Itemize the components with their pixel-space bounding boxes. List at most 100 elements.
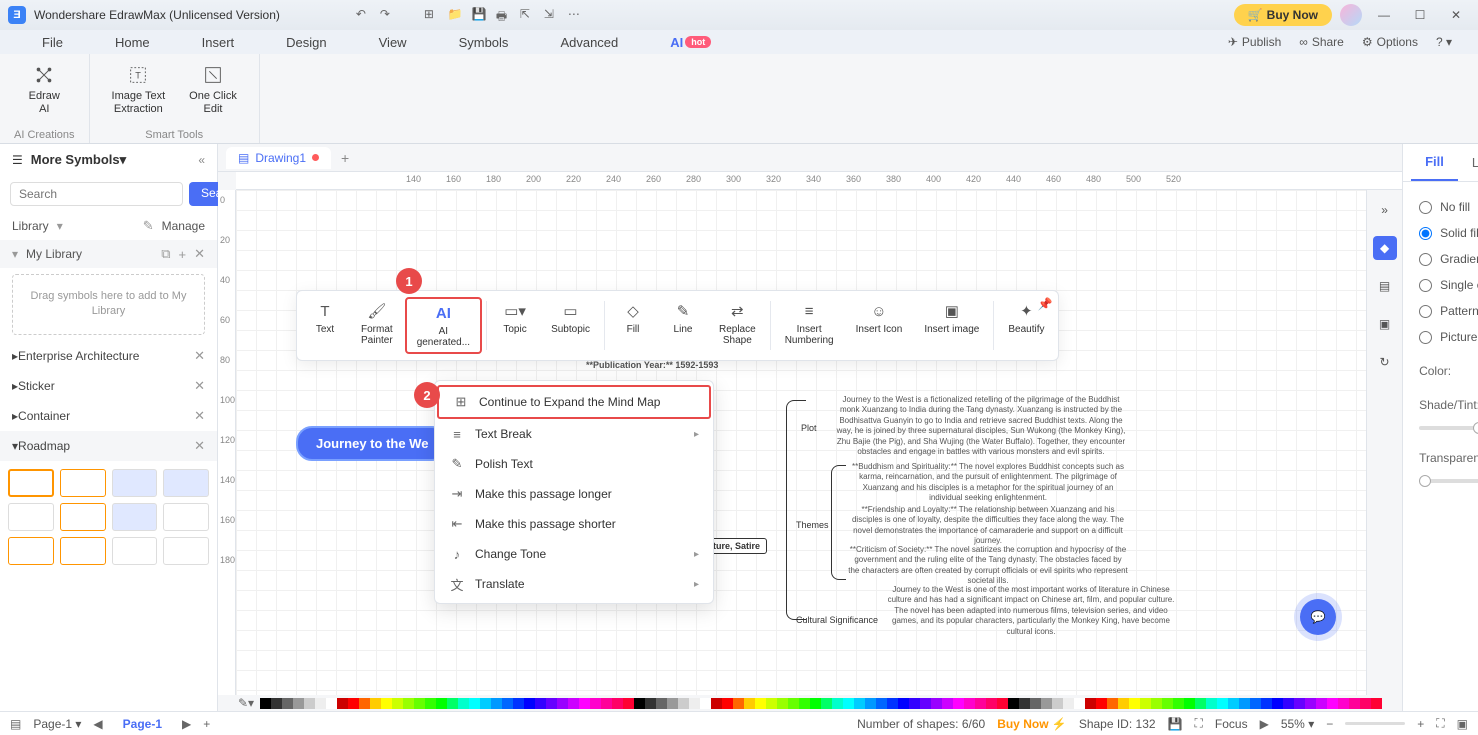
color-swatch[interactable] [1349, 698, 1360, 709]
color-swatch[interactable] [436, 698, 447, 709]
one-click-edit-button[interactable]: One ClickEdit [181, 60, 245, 120]
color-swatch[interactable] [854, 698, 865, 709]
color-swatch[interactable] [502, 698, 513, 709]
menu-insert[interactable]: Insert [176, 32, 261, 53]
color-swatch[interactable] [656, 698, 667, 709]
focus-icon[interactable]: ⛶ [1195, 716, 1203, 731]
manage-icon[interactable]: ✎ [143, 218, 154, 234]
color-swatch[interactable] [810, 698, 821, 709]
color-swatch[interactable] [744, 698, 755, 709]
lib-container[interactable]: ▸ Container✕ [0, 401, 217, 431]
color-swatch[interactable] [997, 698, 1008, 709]
ft-insert-numbering[interactable]: ≡InsertNumbering [775, 297, 844, 354]
color-swatch[interactable] [546, 698, 557, 709]
ft-fill[interactable]: ◇Fill [609, 297, 657, 354]
color-swatch[interactable] [513, 698, 524, 709]
color-swatch[interactable] [1162, 698, 1173, 709]
thumb-9[interactable] [8, 537, 54, 565]
color-swatch[interactable] [535, 698, 546, 709]
root-node[interactable]: Journey to the We [296, 426, 448, 461]
color-swatch[interactable] [1019, 698, 1030, 709]
color-swatch[interactable] [282, 698, 293, 709]
thumb-7[interactable] [112, 503, 158, 531]
color-swatch[interactable] [711, 698, 722, 709]
minimize-button[interactable]: — [1370, 3, 1398, 27]
color-swatch[interactable] [425, 698, 436, 709]
genre-node[interactable]: ture, Satire [706, 538, 767, 554]
ft-insert-image[interactable]: ▣Insert image [914, 297, 989, 354]
zoom-level[interactable]: 55% ▾ [1281, 717, 1314, 731]
color-swatch[interactable] [260, 698, 271, 709]
undo-icon[interactable]: ↶ [356, 7, 372, 23]
thumb-6[interactable] [60, 503, 106, 531]
publish-button[interactable]: ✈ Publish [1228, 35, 1281, 49]
fit-icon[interactable]: ⛶ [1436, 716, 1444, 731]
close-section-icon[interactable]: ✕ [194, 246, 205, 262]
color-swatch[interactable] [1140, 698, 1151, 709]
menu-symbols[interactable]: Symbols [433, 32, 535, 53]
color-swatch[interactable] [964, 698, 975, 709]
color-swatch[interactable] [414, 698, 425, 709]
color-swatch[interactable] [458, 698, 469, 709]
cm-continue-expand[interactable]: ⊞Continue to Expand the Mind Map [437, 385, 711, 419]
color-swatch[interactable] [579, 698, 590, 709]
theme1-text[interactable]: **Buddhism and Spirituality:** The novel… [848, 462, 1128, 504]
color-swatch[interactable] [557, 698, 568, 709]
fullscreen-icon[interactable]: ▣ [1457, 717, 1468, 731]
menu-home[interactable]: Home [89, 32, 176, 53]
my-library-label[interactable]: My Library [26, 247, 82, 261]
add-page-icon[interactable]: + [203, 717, 210, 731]
help-button[interactable]: ? ▾ [1436, 35, 1452, 49]
color-swatch[interactable] [491, 698, 502, 709]
color-swatch[interactable] [1239, 698, 1250, 709]
chat-bubble-button[interactable]: 💬 [1300, 599, 1336, 635]
color-swatch[interactable] [612, 698, 623, 709]
color-swatch[interactable] [524, 698, 535, 709]
eyedropper-icon[interactable]: ✎▾ [238, 696, 254, 710]
status-buy-now[interactable]: Buy Now ⚡ [997, 717, 1067, 731]
color-swatch[interactable] [337, 698, 348, 709]
color-swatch[interactable] [1206, 698, 1217, 709]
color-swatch[interactable] [1316, 698, 1327, 709]
transparency-slider[interactable] [1419, 479, 1478, 483]
print-icon[interactable]: 🖶 [496, 7, 512, 23]
color-swatch[interactable] [1085, 698, 1096, 709]
zoom-out-icon[interactable]: − [1326, 717, 1333, 731]
tab-line[interactable]: Line [1458, 145, 1478, 180]
color-swatch[interactable] [1096, 698, 1107, 709]
color-swatch[interactable] [326, 698, 337, 709]
options-button[interactable]: ⚙ Options [1362, 35, 1418, 49]
redo-icon[interactable]: ↷ [380, 7, 396, 23]
lib-roadmap[interactable]: ▾ Roadmap✕ [0, 431, 217, 461]
color-swatch[interactable] [304, 698, 315, 709]
color-swatch[interactable] [403, 698, 414, 709]
user-avatar[interactable] [1340, 4, 1362, 26]
save-status-icon[interactable]: 💾 [1168, 717, 1183, 731]
thumb-5[interactable] [8, 503, 54, 531]
color-swatch[interactable] [1272, 698, 1283, 709]
color-swatch[interactable] [469, 698, 480, 709]
thumb-1[interactable] [8, 469, 54, 497]
maximize-button[interactable]: ☐ [1406, 3, 1434, 27]
ft-text[interactable]: TText [301, 297, 349, 354]
focus-label[interactable]: Focus [1215, 717, 1248, 731]
lib-enterprise-architecture[interactable]: ▸ Enterprise Architecture✕ [0, 341, 217, 371]
color-swatch[interactable] [447, 698, 458, 709]
radio-no-fill[interactable]: No fill [1419, 194, 1478, 220]
pages-icon[interactable]: ▤ [10, 717, 21, 731]
color-swatch[interactable] [480, 698, 491, 709]
color-swatch[interactable] [359, 698, 370, 709]
menu-view[interactable]: View [353, 32, 433, 53]
radio-gradient-fill[interactable]: Gradient fill [1419, 246, 1478, 272]
page-selector[interactable]: Page-1 ▾ [33, 717, 81, 731]
import-icon[interactable]: ⇲ [544, 7, 560, 23]
thumb-4[interactable] [163, 469, 209, 497]
color-swatch[interactable] [1305, 698, 1316, 709]
drop-zone[interactable]: Drag symbols here to add to My Library [12, 274, 205, 335]
color-swatch[interactable] [1184, 698, 1195, 709]
color-swatch[interactable] [887, 698, 898, 709]
color-swatch[interactable] [1008, 698, 1019, 709]
theme3-text[interactable]: **Criticism of Society:** The novel sati… [848, 545, 1128, 587]
add-tab-button[interactable]: + [331, 146, 359, 170]
cm-text-break[interactable]: ≡Text Break▸ [435, 419, 713, 449]
